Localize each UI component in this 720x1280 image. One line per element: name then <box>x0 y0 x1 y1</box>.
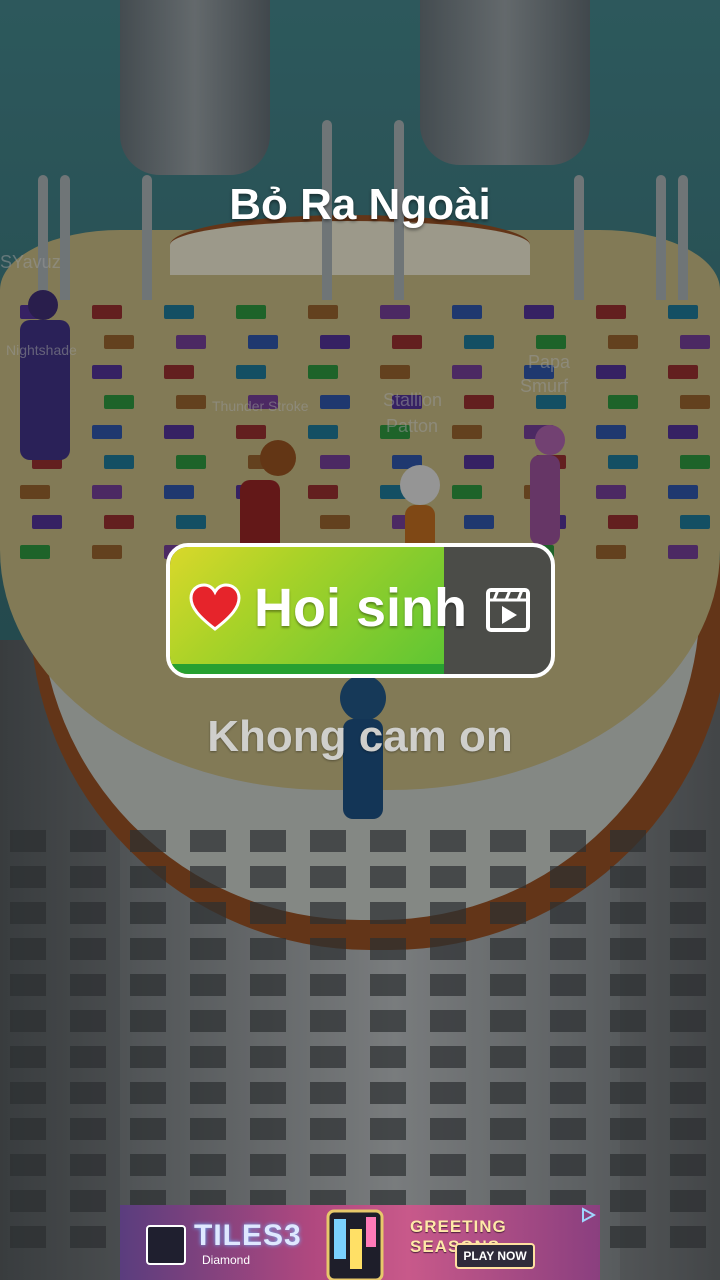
ad-brand-text: TILES3 <box>194 1219 302 1252</box>
video-ad-icon <box>486 588 530 632</box>
phone-graphic-icon <box>326 1209 384 1280</box>
screen-title: Bỏ Ra Ngoài <box>229 180 491 229</box>
piano-tile-icon <box>146 1225 186 1265</box>
ad-banner[interactable]: TILES3 Diamond GREETING SEASONS PLAY NOW <box>120 1205 600 1280</box>
ad-play-now-button[interactable]: PLAY NOW <box>455 1243 535 1269</box>
revive-button[interactable]: Hoi sinh <box>166 543 555 678</box>
no-thanks-button[interactable]: Khong cam on <box>0 712 720 762</box>
revive-progress-shadow <box>170 664 445 674</box>
ad-brand-subtext: Diamond <box>202 1253 251 1267</box>
ad-brand-logo: TILES3 Diamond <box>142 1219 301 1269</box>
heart-icon <box>189 583 241 631</box>
revive-label: Hoi sinh <box>254 578 467 638</box>
ad-choices-icon[interactable] <box>580 1207 596 1223</box>
